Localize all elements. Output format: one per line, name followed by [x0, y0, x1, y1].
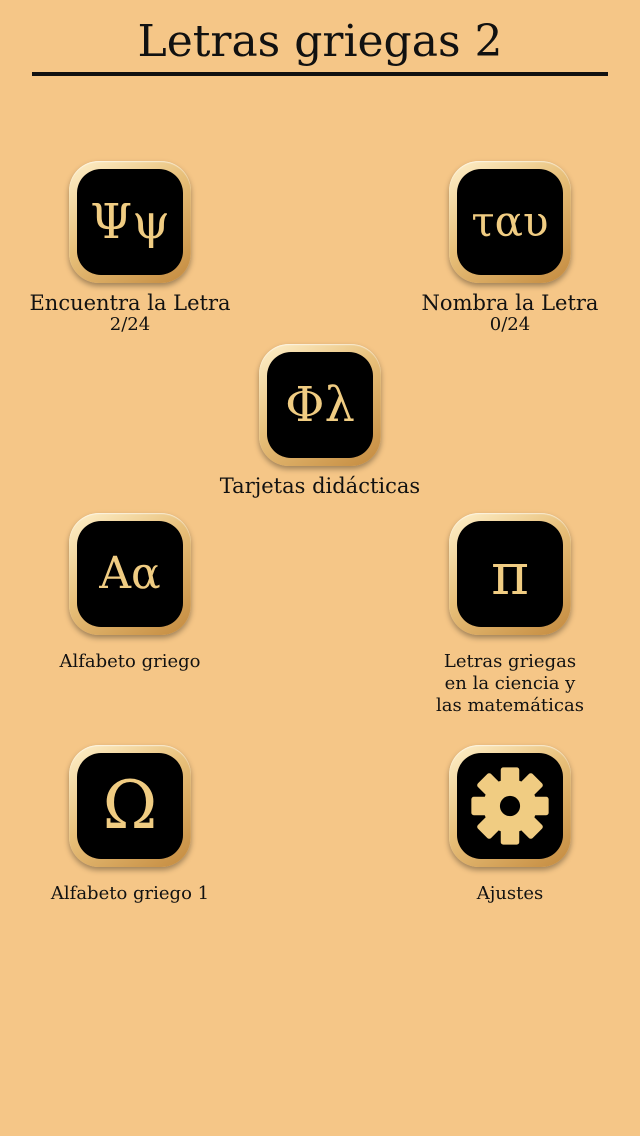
find-letter-progress: 2/24 — [109, 314, 151, 335]
tile-flashcards[interactable]: Φλ Tarjetas didácticas — [200, 344, 440, 498]
gear-icon — [457, 753, 563, 859]
science-math-label-line: Letras griegas — [443, 651, 577, 672]
flashcards-button[interactable]: Φλ — [259, 344, 381, 466]
psi-icon: Ψψ — [77, 169, 183, 275]
name-letter-progress: 0/24 — [489, 314, 531, 335]
pi-icon: π — [457, 521, 563, 627]
settings-label: Ajustes — [476, 883, 544, 904]
greek-alphabet-button[interactable]: Aα — [69, 513, 191, 635]
tile-greek-alphabet-1[interactable]: Ω Alfabeto griego 1 — [10, 745, 250, 905]
find-letter-button[interactable]: Ψψ — [69, 161, 191, 283]
title-divider — [32, 72, 608, 76]
name-letter-label: Nombra la Letra — [421, 291, 599, 315]
greek-alphabet-1-button[interactable]: Ω — [69, 745, 191, 867]
omega-icon: Ω — [77, 753, 183, 859]
settings-button[interactable] — [449, 745, 571, 867]
tau-icon: ταυ — [457, 169, 563, 275]
alpha-icon: Aα — [77, 521, 183, 627]
phi-lambda-icon: Φλ — [267, 352, 373, 458]
science-math-label: Letras griegas en la ciencia y las matem… — [390, 651, 630, 717]
page-title: Letras griegas 2 — [137, 16, 503, 67]
find-letter-label: Encuentra la Letra — [29, 291, 231, 315]
tile-settings[interactable]: Ajustes — [390, 745, 630, 905]
tile-find-letter[interactable]: Ψψ Encuentra la Letra 2/24 — [10, 161, 250, 335]
name-letter-button[interactable]: ταυ — [449, 161, 571, 283]
greek-alphabet-1-label: Alfabeto griego 1 — [50, 883, 210, 904]
tile-greek-alphabet[interactable]: Aα Alfabeto griego — [10, 513, 250, 673]
science-math-label-line: las matemáticas — [436, 695, 584, 716]
science-math-button[interactable]: π — [449, 513, 571, 635]
science-math-label-line: en la ciencia y — [444, 673, 576, 694]
greek-alphabet-label: Alfabeto griego — [59, 651, 201, 672]
tile-science-math[interactable]: π Letras griegas en la ciencia y las mat… — [390, 513, 630, 717]
tile-name-letter[interactable]: ταυ Nombra la Letra 0/24 — [390, 161, 630, 335]
flashcards-label: Tarjetas didácticas — [219, 474, 421, 498]
gear-icon-graphic — [471, 767, 549, 845]
